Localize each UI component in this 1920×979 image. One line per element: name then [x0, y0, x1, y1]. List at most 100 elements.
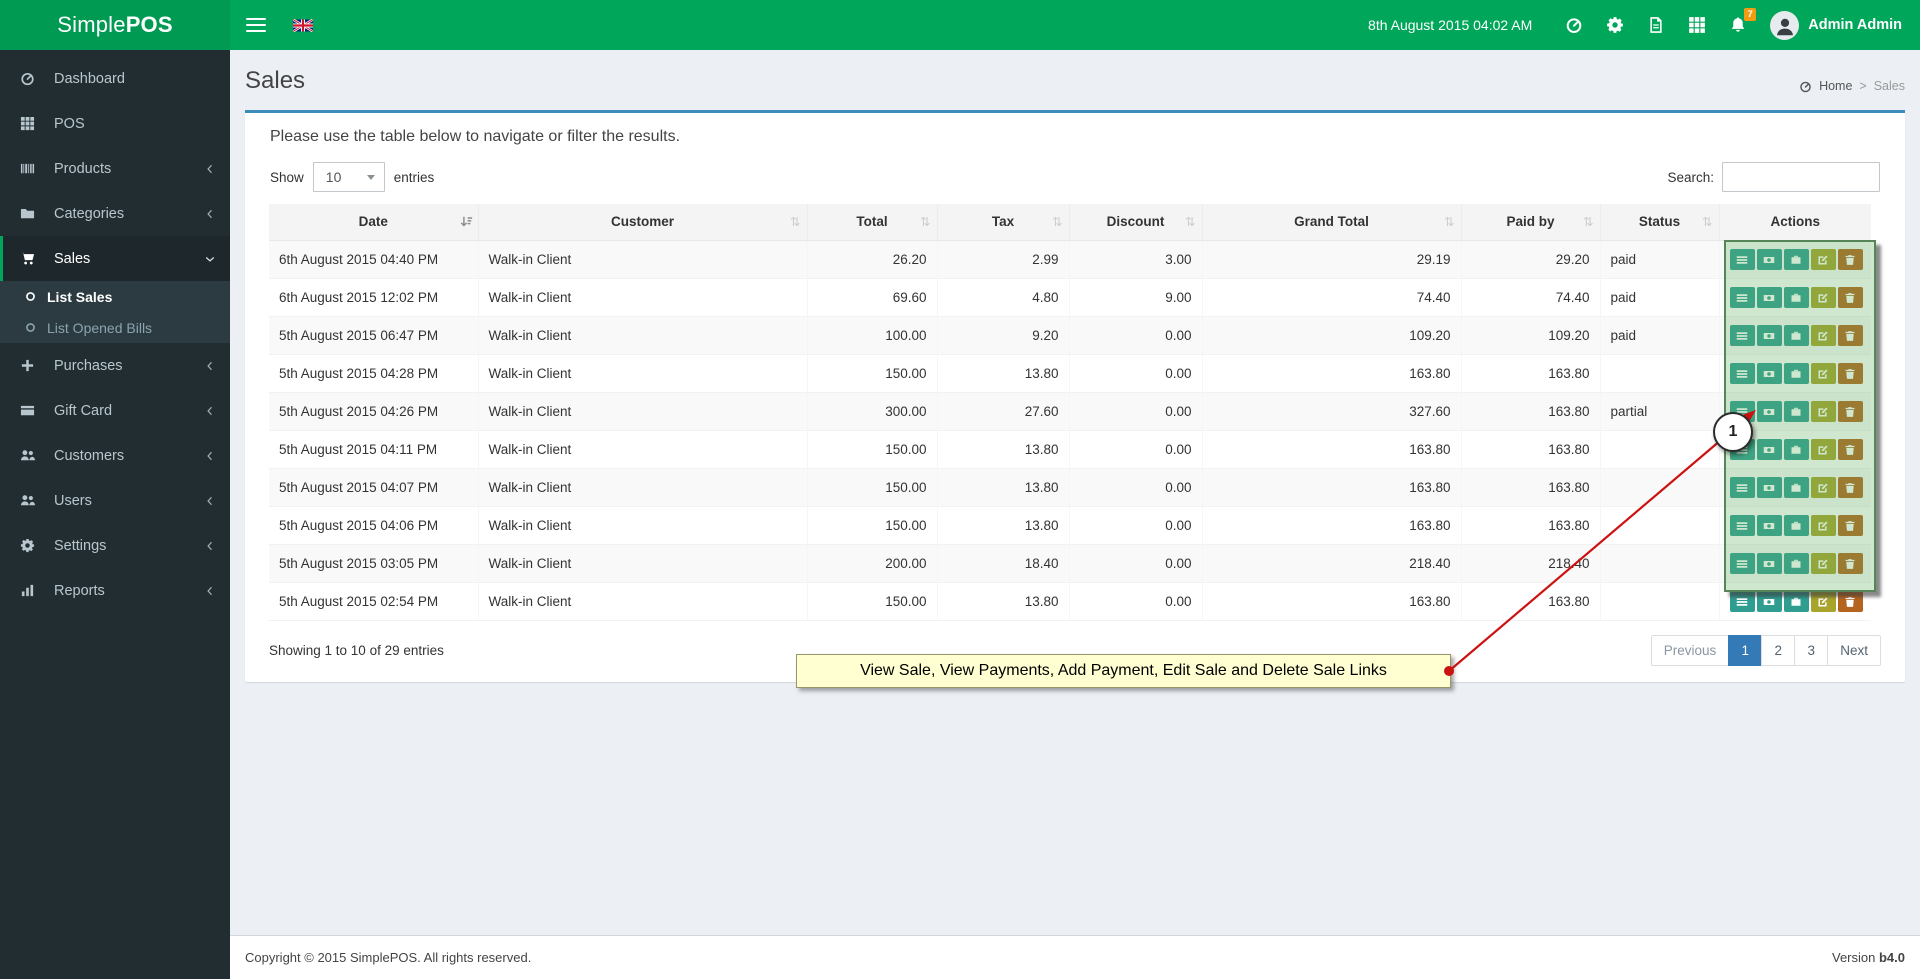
view-sale-button[interactable]	[1730, 325, 1755, 346]
column-header-tax[interactable]: Tax⇅	[937, 204, 1069, 241]
column-header-customer[interactable]: Customer⇅	[478, 204, 807, 241]
edit-sale-button[interactable]	[1811, 439, 1836, 460]
view-payments-button[interactable]	[1757, 401, 1782, 422]
search-input[interactable]	[1722, 162, 1880, 192]
delete-sale-button[interactable]	[1838, 591, 1863, 612]
sidebar-item-users[interactable]: Users	[0, 478, 230, 523]
add-payment-button[interactable]	[1784, 401, 1809, 422]
edit-sale-button[interactable]	[1811, 515, 1836, 536]
grid-icon[interactable]	[1688, 16, 1706, 34]
gauge-icon[interactable]	[1565, 16, 1583, 34]
delete-sale-button[interactable]	[1838, 287, 1863, 308]
delete-sale-button[interactable]	[1838, 363, 1863, 384]
add-payment-button[interactable]	[1784, 325, 1809, 346]
circle-icon	[25, 291, 47, 302]
view-sale-button[interactable]	[1730, 249, 1755, 270]
sidebar-item-categories[interactable]: Categories	[0, 191, 230, 236]
edit-sale-button[interactable]	[1811, 477, 1836, 498]
add-payment-button[interactable]	[1784, 515, 1809, 536]
sidebar-item-settings[interactable]: Settings	[0, 523, 230, 568]
pagination-page-1[interactable]: 1	[1728, 635, 1762, 666]
edit-sale-button[interactable]	[1811, 591, 1836, 612]
cell-date: 5th August 2015 04:28 PM	[269, 355, 478, 393]
sidebar-item-reports[interactable]: Reports	[0, 568, 230, 613]
cell-tax: 13.80	[937, 355, 1069, 393]
pagination-page-3[interactable]: 3	[1794, 635, 1828, 666]
delete-sale-button[interactable]	[1838, 515, 1863, 536]
view-sale-button[interactable]	[1730, 287, 1755, 308]
view-payments-button[interactable]	[1757, 325, 1782, 346]
column-header-paid-by[interactable]: Paid by⇅	[1461, 204, 1600, 241]
edit-sale-button[interactable]	[1811, 325, 1836, 346]
delete-sale-button[interactable]	[1838, 325, 1863, 346]
view-payments-button[interactable]	[1757, 591, 1782, 612]
delete-sale-button[interactable]	[1838, 477, 1863, 498]
view-sale-button[interactable]	[1730, 591, 1755, 612]
app-logo[interactable]: SimplePOS	[0, 0, 230, 50]
delete-sale-button[interactable]	[1838, 249, 1863, 270]
delete-sale-button[interactable]	[1838, 439, 1863, 460]
sidebar-item-pos[interactable]: POS	[0, 101, 230, 146]
view-payments-button[interactable]	[1757, 553, 1782, 574]
add-payment-button[interactable]	[1784, 477, 1809, 498]
view-payments-button[interactable]	[1757, 515, 1782, 536]
delete-sale-button[interactable]	[1838, 401, 1863, 422]
cell-status: partial	[1600, 393, 1719, 431]
view-payments-button[interactable]	[1757, 287, 1782, 308]
bell-icon[interactable]: 7	[1729, 16, 1747, 34]
view-payments-button[interactable]	[1757, 439, 1782, 460]
add-payment-button[interactable]	[1784, 553, 1809, 574]
view-sale-button[interactable]	[1730, 553, 1755, 574]
add-payment-button[interactable]	[1784, 363, 1809, 384]
cell-grand-total: 163.80	[1202, 355, 1461, 393]
sidebar-item-gift-card[interactable]: Gift Card	[0, 388, 230, 433]
view-sale-button[interactable]	[1730, 363, 1755, 384]
view-payments-button[interactable]	[1757, 363, 1782, 384]
pagination-page-2[interactable]: 2	[1761, 635, 1795, 666]
column-header-discount[interactable]: Discount⇅	[1069, 204, 1202, 241]
sidebar-subitem-list-opened-bills[interactable]: List Opened Bills	[0, 312, 230, 343]
file-icon[interactable]	[1647, 16, 1665, 34]
breadcrumb-home-link[interactable]: Home	[1819, 79, 1852, 93]
sidebar-item-customers[interactable]: Customers	[0, 433, 230, 478]
delete-sale-button[interactable]	[1838, 553, 1863, 574]
chevron-left-icon	[204, 450, 216, 462]
sidebar-item-purchases[interactable]: Purchases	[0, 343, 230, 388]
add-payment-button[interactable]	[1784, 287, 1809, 308]
edit-sale-button[interactable]	[1811, 363, 1836, 384]
sidebar-subitem-list-sales[interactable]: List Sales	[0, 281, 230, 312]
edit-sale-button[interactable]	[1811, 249, 1836, 270]
sidebar-toggle-icon[interactable]	[246, 18, 266, 33]
pagination-previous[interactable]: Previous	[1651, 635, 1730, 666]
view-payments-button[interactable]	[1757, 477, 1782, 498]
column-header-status[interactable]: Status⇅	[1600, 204, 1719, 241]
user-menu[interactable]: Admin Admin	[1770, 11, 1902, 40]
cell-date: 5th August 2015 02:54 PM	[269, 583, 478, 621]
view-sale-button[interactable]	[1730, 477, 1755, 498]
home-gauge-icon	[1799, 80, 1812, 93]
briefcase-icon	[1790, 482, 1802, 494]
column-header-date[interactable]: Date	[269, 204, 478, 241]
view-payments-button[interactable]	[1757, 249, 1782, 270]
edit-sale-button[interactable]	[1811, 401, 1836, 422]
sidebar-item-sales[interactable]: Sales	[0, 236, 230, 281]
column-header-grand-total[interactable]: Grand Total⇅	[1202, 204, 1461, 241]
edit-sale-button[interactable]	[1811, 287, 1836, 308]
edit-sale-button[interactable]	[1811, 553, 1836, 574]
money-icon	[1763, 596, 1775, 608]
sidebar-item-products[interactable]: Products	[0, 146, 230, 191]
page-length-select[interactable]: 10	[313, 162, 385, 192]
briefcase-icon	[1790, 254, 1802, 266]
add-payment-button[interactable]	[1784, 249, 1809, 270]
add-payment-button[interactable]	[1784, 439, 1809, 460]
column-header-total[interactable]: Total⇅	[807, 204, 937, 241]
language-flag-uk-icon[interactable]	[293, 19, 313, 32]
cell-date: 6th August 2015 04:40 PM	[269, 241, 478, 279]
sidebar-item-dashboard[interactable]: Dashboard	[0, 56, 230, 101]
pagination-next[interactable]: Next	[1827, 635, 1881, 666]
gears-icon[interactable]	[1606, 16, 1624, 34]
pencil-icon	[1817, 482, 1829, 494]
add-payment-button[interactable]	[1784, 591, 1809, 612]
view-sale-button[interactable]	[1730, 515, 1755, 536]
page-length-control: Show 10 entries	[270, 162, 434, 192]
